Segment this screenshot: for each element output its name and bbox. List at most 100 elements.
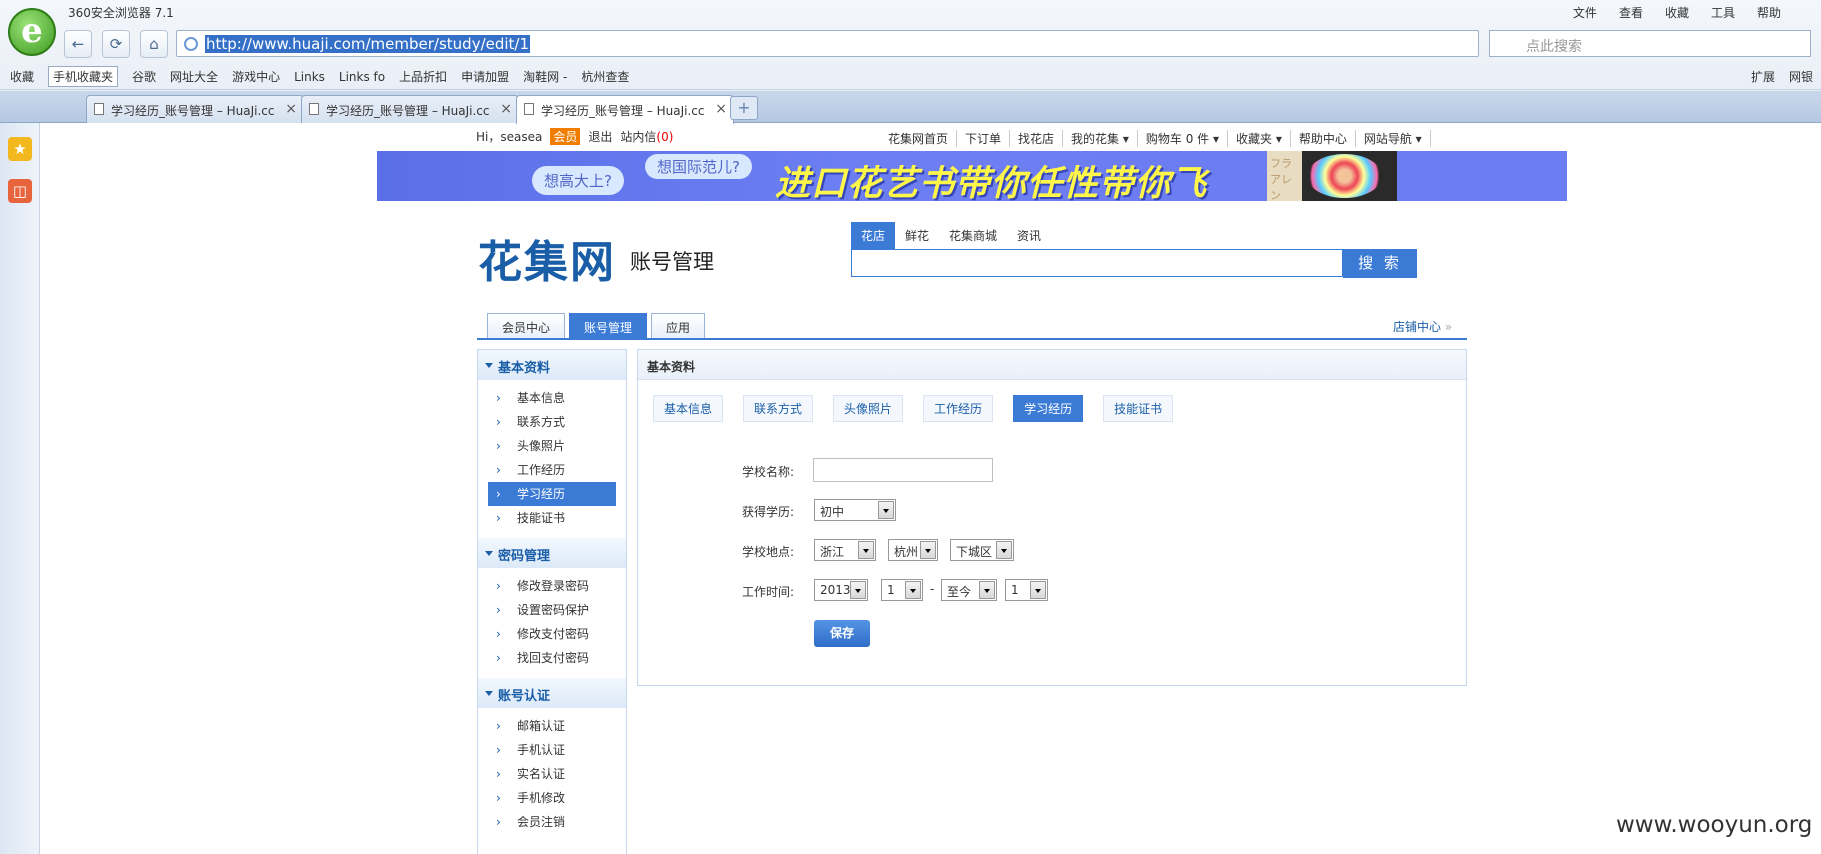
nav-order[interactable]: 下订单 [957,130,1011,147]
menu-item-file[interactable]: 文件 [1573,4,1597,21]
nav-item[interactable]: 工作经历 [488,458,616,482]
save-button[interactable]: 保存 [814,620,870,647]
banner-bubble: 想高大上? [532,166,624,195]
bookmark-item[interactable]: 申请加盟 [461,68,509,85]
start-year-select[interactable]: 2013 [814,579,868,601]
back-arrow-icon[interactable]: ← [64,30,92,58]
city-value: 杭州 [894,545,919,559]
site-search-input[interactable] [851,249,1343,277]
tab-account[interactable]: 账号管理 [569,313,648,338]
nav-item[interactable]: 实名认证 [488,762,616,786]
star-favorites-icon[interactable]: ★ [8,137,32,161]
tab-label: 学习经历_账号管理 – HuaJi.cc [541,104,705,118]
browser-tab[interactable]: 学习经历_账号管理 – HuaJi.cc × [86,95,304,123]
end-year-select[interactable]: 至今 [941,579,997,601]
bookmark-item[interactable]: Links [294,70,325,84]
start-month-select[interactable]: 1 [881,579,923,601]
home-icon[interactable]: ⌂ [140,30,168,58]
close-icon[interactable]: × [715,101,727,117]
nav-item[interactable]: 手机认证 [488,738,616,762]
nav-group-title[interactable]: 基本资料 [478,350,626,380]
subtab-study[interactable]: 学习经历 [1013,395,1084,422]
tab-member-center[interactable]: 会员中心 [487,313,566,338]
nav-item[interactable]: 找回支付密码 [488,646,616,670]
nav-item[interactable]: 会员注销 [488,810,616,834]
district-select[interactable]: 下城区 [950,539,1014,561]
school-name-input[interactable] [813,458,993,482]
address-bar[interactable]: http://www.huaji.com/member/study/edit/1 [176,30,1479,57]
new-tab-plus-icon[interactable]: + [730,96,758,120]
menu-item-view[interactable]: 查看 [1619,4,1643,21]
nav-sitemap[interactable]: 网站导航 ▾ [1356,130,1431,147]
nav-home[interactable]: 花集网首页 [880,130,958,147]
nav-favorites[interactable]: 收藏夹 ▾ [1228,130,1291,147]
shopping-bag-icon[interactable]: ◫ [8,179,32,203]
nav-item[interactable]: 修改支付密码 [488,622,616,646]
subtab-photo[interactable]: 头像照片 [833,395,904,422]
inbox-link[interactable]: 站内信 [620,130,656,144]
promo-banner[interactable]: 想高大上? 想国际范儿? 进口花艺书带你任性带你飞 フラ アレン [377,151,1567,201]
nav-find-shop[interactable]: 找花店 [1010,130,1064,147]
logout-link[interactable]: 退出 [588,128,612,145]
city-select[interactable]: 杭州 [888,539,938,561]
nav-item[interactable]: 技能证书 [488,506,616,530]
end-month-select[interactable]: 1 [1005,579,1048,601]
search-tab-flowers[interactable]: 鲜花 [895,222,939,249]
bookmark-item[interactable]: 杭州查查 [581,68,629,85]
menu-item-favorites[interactable]: 收藏 [1665,4,1689,21]
username[interactable]: seasea [500,130,542,144]
nav-cart[interactable]: 购物车 0 件 ▾ [1138,130,1228,147]
content-panel: 基本资料 基本信息 联系方式 头像照片 工作经历 学习经历 技能证书 学校名称:… [637,349,1467,686]
tab-apps[interactable]: 应用 [651,313,706,338]
search-tab-mall[interactable]: 花集商城 [939,222,1007,249]
nav-group-title[interactable]: 密码管理 [478,538,626,568]
refresh-icon[interactable]: ⟳ [102,30,130,58]
browser-tab[interactable]: 学习经历_账号管理 – HuaJi.cc × [301,95,519,123]
bookmark-item[interactable]: 手机收藏夹 [48,66,119,87]
bank-button[interactable]: 网银 [1789,68,1813,85]
menu-item-help[interactable]: 帮助 [1757,4,1781,21]
nav-item[interactable]: 手机修改 [488,786,616,810]
subtab-work[interactable]: 工作经历 [923,395,994,422]
subtab-basic[interactable]: 基本信息 [653,395,724,422]
close-icon[interactable]: × [285,101,297,117]
degree-select[interactable]: 初中 [814,499,896,521]
inbox-count: (0) [656,130,674,144]
nav-item-active[interactable]: 学习经历 [488,482,616,506]
browser-search-input[interactable]: 点此搜索 [1489,30,1811,57]
browser-tab-active[interactable]: 学习经历_账号管理 – HuaJi.cc × [516,95,734,124]
bookmark-item[interactable]: 淘鞋网 - [523,68,567,85]
banner-headline: 进口花艺书带你任性带你飞 [775,164,1208,201]
nav-item[interactable]: 设置密码保护 [488,598,616,622]
search-tab-news[interactable]: 资讯 [1007,222,1051,249]
nav-my-huaji[interactable]: 我的花集 ▾ [1063,130,1138,147]
subtab-contact[interactable]: 联系方式 [743,395,814,422]
bookmark-item[interactable]: 游戏中心 [232,68,280,85]
province-select[interactable]: 浙江 [814,539,876,561]
nav-group-title[interactable]: 账号认证 [478,678,626,708]
search-button[interactable]: 搜 索 [1343,249,1417,278]
site-nav: 花集网首页 下订单 找花店 我的花集 ▾ 购物车 0 件 ▾ 收藏夹 ▾ 帮助中… [880,130,1431,147]
location-label: 学校地点: [742,545,795,559]
close-icon[interactable]: × [500,101,512,117]
shop-center-link[interactable]: 店铺中心 » [1393,318,1452,335]
nav-item[interactable]: 修改登录密码 [488,574,616,598]
nav-item[interactable]: 邮箱认证 [488,714,616,738]
nav-item[interactable]: 头像照片 [488,434,616,458]
nav-item[interactable]: 联系方式 [488,410,616,434]
bookmark-item[interactable]: 上品折扣 [399,68,447,85]
chevron-down-icon [905,581,921,599]
bookmark-item[interactable]: 网址大全 [170,68,218,85]
bookmark-item[interactable]: Links fo [339,70,385,84]
nav-help[interactable]: 帮助中心 [1291,130,1356,147]
menu-item-tools[interactable]: 工具 [1711,4,1735,21]
nav-item[interactable]: 基本信息 [488,386,616,410]
bookmark-item[interactable]: 谷歌 [132,68,156,85]
address-url[interactable]: http://www.huaji.com/member/study/edit/1 [205,35,531,53]
user-bar: Hi，seasea 会员 退出 站内信(0) [476,128,673,145]
extensions-button[interactable]: 扩展 [1751,68,1775,85]
search-tab-shop[interactable]: 花店 [851,222,896,249]
bookmark-item[interactable]: 收藏 [10,68,34,85]
subtab-skills[interactable]: 技能证书 [1103,395,1174,422]
site-logo[interactable]: 花集网 [478,226,616,290]
